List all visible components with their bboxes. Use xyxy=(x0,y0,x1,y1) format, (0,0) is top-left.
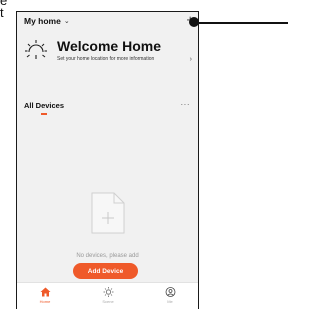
home-name: My home xyxy=(24,16,61,26)
header-bar: My home ⌄ + xyxy=(24,13,194,28)
tab-home-label: Home xyxy=(39,299,51,304)
page: e t My home ⌄ + Welcome Home Set y xyxy=(0,0,288,309)
chevron-down-icon: ⌄ xyxy=(63,18,70,25)
welcome-card[interactable]: Welcome Home Set your home location for … xyxy=(24,34,192,94)
chevron-right-icon: › xyxy=(189,56,192,63)
profile-icon xyxy=(165,287,175,297)
blank-document-icon xyxy=(91,192,125,234)
tab-scene-label: Scene xyxy=(102,299,114,304)
callout-dot xyxy=(189,17,199,27)
tab-me-label: Me xyxy=(167,299,173,304)
tab-all-devices[interactable]: All Devices xyxy=(24,101,64,110)
tab-home[interactable]: Home xyxy=(30,287,60,309)
phone-screen: My home ⌄ + Welcome Home Set your home l… xyxy=(16,11,199,309)
devices-header: All Devices ··· xyxy=(24,100,191,121)
tab-scene[interactable]: Scene xyxy=(93,287,123,309)
empty-state-message: No devices, please add xyxy=(76,253,139,259)
home-icon xyxy=(40,287,50,297)
scene-sun-icon xyxy=(103,287,113,297)
callout-line xyxy=(199,22,288,24)
add-device-button[interactable]: Add Device xyxy=(73,263,138,279)
welcome-title: Welcome Home xyxy=(57,38,161,54)
welcome-subtitle: Set your home location for more informat… xyxy=(57,56,155,62)
annotation-fragment-side: t xyxy=(0,5,4,20)
tab-me[interactable]: Me xyxy=(155,287,185,309)
bottom-tab-bar: Home Scene Me xyxy=(17,282,198,309)
more-icon[interactable]: ··· xyxy=(181,100,191,109)
active-tab-indicator xyxy=(41,113,47,115)
home-selector[interactable]: My home ⌄ xyxy=(24,16,70,26)
sun-icon xyxy=(25,40,47,59)
